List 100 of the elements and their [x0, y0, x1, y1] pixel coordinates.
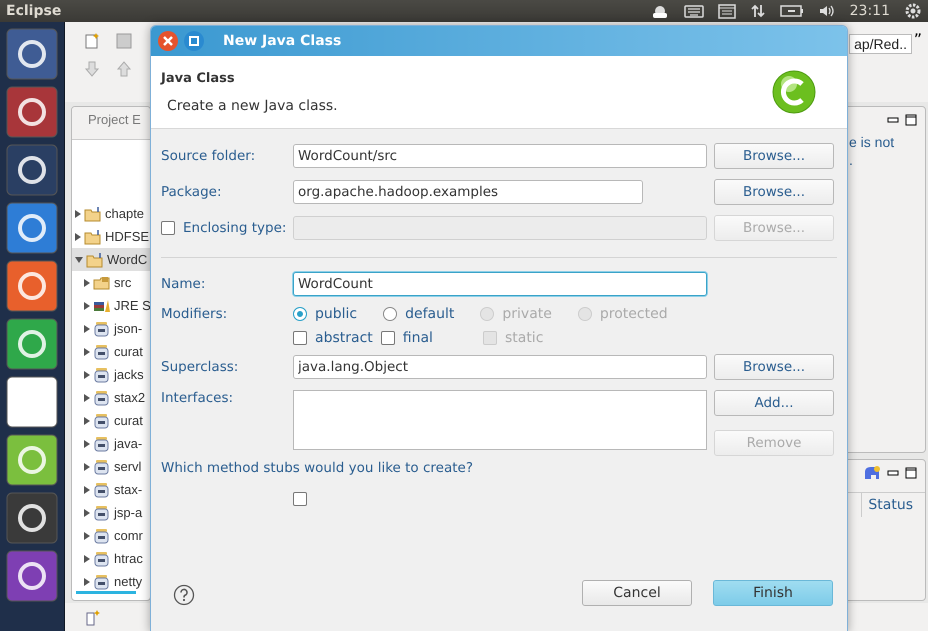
battery-icon[interactable]	[780, 4, 804, 18]
clock[interactable]: 23:11	[850, 3, 890, 19]
text-field[interactable]: org.apache.hadoop.examples	[293, 180, 643, 204]
radio-label: private	[502, 306, 552, 322]
tree-item[interactable]: stax2	[72, 386, 150, 409]
radio-label: default	[405, 306, 454, 322]
tree-item[interactable]: curat	[72, 409, 150, 432]
jar-icon	[93, 482, 111, 498]
tree-item[interactable]: jsp-a	[72, 501, 150, 524]
field-label: Package:	[161, 184, 223, 200]
jar-icon	[93, 366, 111, 382]
jar-icon	[93, 390, 111, 406]
app-icon[interactable]	[6, 550, 58, 602]
network-icon[interactable]	[750, 3, 766, 19]
outline-text: .	[848, 151, 854, 169]
radio-button[interactable]	[293, 307, 307, 321]
app-icon[interactable]	[6, 376, 58, 428]
jar-icon	[93, 458, 111, 474]
checkbox[interactable]	[293, 492, 307, 506]
app-icon[interactable]	[6, 144, 58, 196]
tree-item[interactable]: java-	[72, 432, 150, 455]
text-field[interactable]: WordCount	[293, 272, 707, 296]
radio-label: public	[315, 306, 358, 322]
minimize-icon[interactable]	[887, 469, 899, 477]
tree-item[interactable]: chapte	[72, 202, 150, 225]
tree-item[interactable]: netty	[72, 570, 150, 593]
checkbox[interactable]	[380, 331, 395, 345]
jar-icon	[93, 504, 111, 520]
keyboard-icon[interactable]	[684, 3, 704, 19]
browse-button[interactable]: Browse...	[714, 179, 834, 205]
app-icon[interactable]	[6, 260, 58, 312]
dialog-title: New Java Class	[223, 33, 342, 49]
jar-icon	[93, 528, 111, 544]
jar-icon	[93, 574, 111, 590]
calendar-icon[interactable]	[718, 3, 736, 19]
class-icon	[771, 69, 817, 115]
tree-item[interactable]: WordC	[72, 248, 150, 271]
text-field[interactable]	[293, 216, 707, 240]
jar-icon	[93, 550, 111, 566]
outline-text: e is not	[848, 133, 896, 151]
tree-item[interactable]: comr	[72, 524, 150, 547]
close-icon[interactable]	[157, 30, 179, 52]
field-label: Interfaces:	[161, 390, 234, 406]
checkbox-label: static	[504, 330, 544, 346]
project-folder-icon	[86, 252, 104, 268]
text-field[interactable]: WordCount/src	[293, 144, 707, 168]
field-label: Modifiers:	[161, 306, 228, 322]
wizard-description: Create a new Java class.	[166, 98, 338, 114]
help-icon[interactable]	[173, 584, 195, 606]
checkbox-label: abstract	[315, 330, 373, 346]
browse-button[interactable]: Browse...	[714, 143, 834, 169]
minimize-icon[interactable]	[887, 116, 899, 124]
radio-button[interactable]	[383, 307, 398, 321]
tree-item[interactable]: curat	[72, 340, 150, 363]
finish-button[interactable]: Finish	[713, 580, 833, 606]
package-folder-icon	[93, 274, 111, 290]
window-title: Eclipse	[6, 3, 62, 19]
project-folder-icon	[84, 228, 102, 244]
field-label: Superclass:	[161, 359, 240, 375]
field-label: Name:	[161, 276, 206, 292]
app-icon[interactable]	[6, 318, 58, 370]
overflow-text[interactable]: ”	[914, 30, 922, 49]
cancel-button[interactable]: Cancel	[582, 580, 692, 606]
settings-icon[interactable]	[904, 2, 922, 20]
tree-item[interactable]: json-	[72, 317, 150, 340]
maximize-icon[interactable]	[905, 467, 917, 479]
tree-item[interactable]: htrac	[72, 547, 150, 570]
tree-item[interactable]: stax-	[72, 478, 150, 501]
checkbox-label: final	[402, 330, 433, 346]
maximize-icon[interactable]	[905, 114, 917, 126]
tree-item[interactable]: src	[72, 271, 150, 294]
jar-icon	[93, 320, 111, 336]
tree-item[interactable]: jacks	[72, 363, 150, 386]
stubs-question: Which method stubs would you like to create?	[161, 460, 474, 476]
tree-item[interactable]: HDFSE	[72, 225, 150, 248]
new-file-icon[interactable]	[83, 32, 101, 50]
jar-icon	[93, 412, 111, 428]
list-button[interactable]: Add...	[714, 390, 834, 416]
radio-label: protected	[600, 306, 668, 322]
app-icon[interactable]	[6, 202, 58, 254]
app-icon[interactable]	[6, 492, 58, 544]
tree-item[interactable]: JRE S	[72, 294, 150, 317]
app-icon[interactable]	[6, 28, 58, 80]
jar-icon	[93, 344, 111, 360]
column-header[interactable]: Status	[861, 493, 925, 517]
app-icon[interactable]	[6, 434, 58, 486]
new-view-icon[interactable]	[85, 608, 101, 626]
breadcrumb-text[interactable]: ap/Red..	[849, 34, 912, 54]
elephant-icon[interactable]	[863, 465, 881, 481]
text-field[interactable]: java.lang.Object	[293, 355, 707, 379]
volume-icon[interactable]	[818, 3, 836, 19]
wizard-heading: Java Class	[161, 70, 236, 86]
checkbox[interactable]	[293, 331, 307, 345]
project-folder-icon	[84, 206, 102, 222]
app-icon[interactable]	[6, 86, 58, 138]
checkbox-label: Enclosing type:	[183, 220, 286, 236]
jar-icon	[93, 436, 111, 452]
tree-item[interactable]: servl	[72, 455, 150, 478]
browse-button[interactable]: Browse...	[714, 354, 834, 380]
panel-tab[interactable]: Project E	[72, 107, 150, 140]
